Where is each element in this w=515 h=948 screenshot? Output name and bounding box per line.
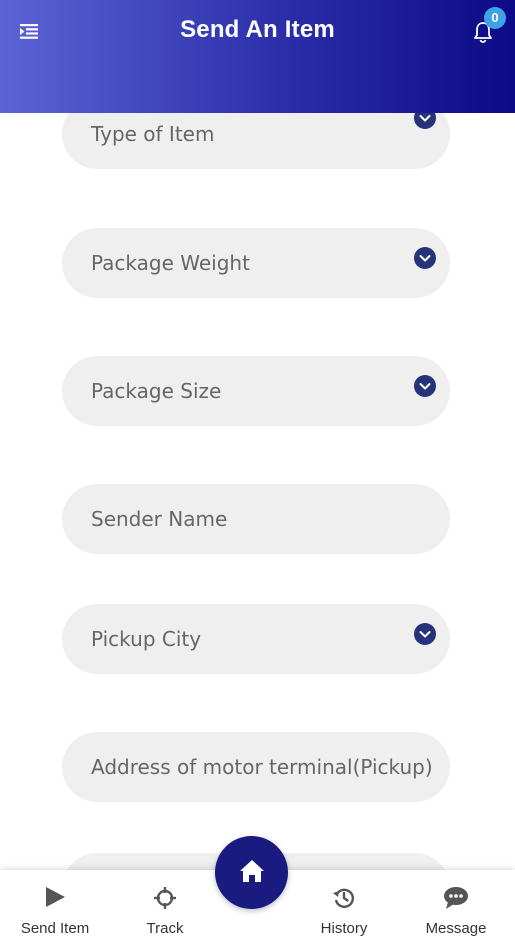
nav-label: History — [320, 920, 368, 937]
package-weight-select[interactable]: Package Weight — [62, 228, 450, 298]
nav-message[interactable]: Message — [411, 870, 501, 948]
nav-label: Message — [425, 920, 487, 937]
home-button[interactable] — [215, 836, 288, 909]
history-icon — [333, 888, 354, 908]
app-header: Send An Item 0 — [0, 0, 515, 113]
page-title: Send An Item — [180, 16, 335, 43]
crosshair-icon — [154, 887, 176, 909]
package-size-select[interactable]: Package Size — [62, 356, 450, 426]
field-label: Pickup City — [91, 627, 202, 651]
nav-track[interactable]: Track — [125, 870, 205, 948]
pickup-city-select[interactable]: Pickup City — [62, 604, 450, 674]
chevron-down-icon — [414, 375, 436, 397]
type-of-item-select[interactable]: Type of Item — [62, 113, 450, 169]
field-label: Address of motor terminal(Pickup) — [91, 755, 433, 779]
nav-label: Send Item — [20, 920, 90, 937]
chat-icon — [444, 887, 468, 909]
chevron-down-icon — [414, 623, 436, 645]
pickup-address-input[interactable]: Address of motor terminal(Pickup) — [62, 732, 450, 802]
nav-label: Track — [146, 920, 184, 937]
play-icon — [46, 887, 65, 907]
send-item-form: Type of Item Package Weight Package Size… — [0, 113, 515, 870]
nav-history[interactable]: History — [304, 870, 384, 948]
chevron-down-icon — [414, 113, 436, 129]
sender-name-input[interactable]: Sender Name — [62, 484, 450, 554]
field-label: Package Weight — [91, 251, 250, 275]
chevron-down-icon — [414, 247, 436, 269]
field-label: Sender Name — [91, 507, 228, 531]
field-label: Type of Item — [91, 122, 215, 146]
field-label: Package Size — [91, 379, 222, 403]
home-icon — [240, 860, 264, 882]
notification-badge: 0 — [484, 7, 506, 29]
nav-send-item[interactable]: Send Item — [10, 870, 100, 948]
